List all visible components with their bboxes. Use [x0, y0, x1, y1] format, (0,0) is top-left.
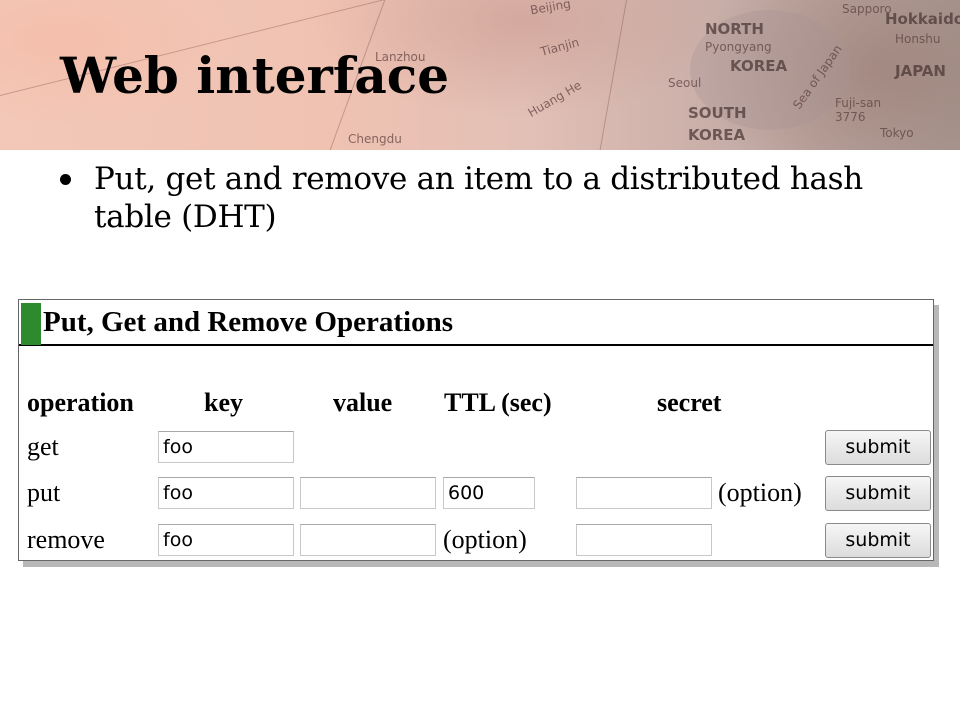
get-submit-button[interactable]: submit: [825, 430, 931, 465]
map-label: JAPAN: [895, 62, 946, 80]
slide-title: Web interface: [60, 46, 450, 105]
column-header-secret: secret: [657, 388, 722, 417]
bullet-dot-icon: [60, 174, 71, 185]
row-label-put: put: [27, 478, 61, 507]
remove-secret-input[interactable]: [576, 524, 712, 556]
map-grid-line: [599, 0, 636, 150]
map-label: Honshu: [895, 32, 941, 46]
put-value-input[interactable]: [300, 477, 436, 509]
column-header-ttl: TTL (sec): [444, 388, 552, 417]
put-key-input[interactable]: foo: [158, 477, 294, 509]
map-label: Pyongyang: [705, 40, 772, 54]
column-header-value: value: [333, 388, 393, 417]
map-label: Seoul: [668, 76, 702, 90]
header-accent-bar: [21, 303, 41, 345]
map-label: KOREA: [688, 126, 746, 144]
map-label: Hokkaido: [885, 10, 960, 28]
map-label: Beijing: [529, 0, 572, 18]
map-label: Huang He: [525, 78, 584, 120]
get-key-input[interactable]: foo: [158, 431, 294, 463]
map-label: Chengdu: [348, 132, 402, 146]
row-label-remove: remove: [27, 525, 105, 554]
map-label: NORTH: [705, 20, 764, 38]
put-secret-input[interactable]: [576, 477, 712, 509]
map-label: Fuji-san: [835, 96, 882, 110]
column-header-key: key: [204, 388, 243, 417]
title-banner: Beijing Tianjin NORTH Pyongyang KOREA Se…: [0, 0, 960, 150]
bullet-text: Put, get and remove an item to a distrib…: [94, 161, 863, 235]
column-header-operation: operation: [27, 388, 134, 417]
map-label: Tianjin: [538, 35, 581, 59]
panel-title: Put, Get and Remove Operations: [43, 306, 453, 338]
map-label: 3776: [835, 110, 866, 124]
row-label-get: get: [27, 432, 59, 461]
remove-key-input[interactable]: foo: [158, 524, 294, 556]
put-submit-button[interactable]: submit: [825, 476, 931, 511]
panel-header: Put, Get and Remove Operations: [19, 300, 933, 346]
put-ttl-input[interactable]: 600: [443, 477, 535, 509]
map-label: Tokyo: [880, 126, 914, 140]
map-label: SOUTH: [688, 104, 747, 122]
remove-submit-button[interactable]: submit: [825, 523, 931, 558]
map-label: KOREA: [730, 57, 788, 75]
put-secret-option-note: (option): [718, 478, 802, 507]
remove-value-option-note: (option): [443, 525, 527, 554]
operations-panel: Put, Get and Remove Operations operation…: [18, 299, 934, 561]
remove-value-input[interactable]: [300, 524, 436, 556]
